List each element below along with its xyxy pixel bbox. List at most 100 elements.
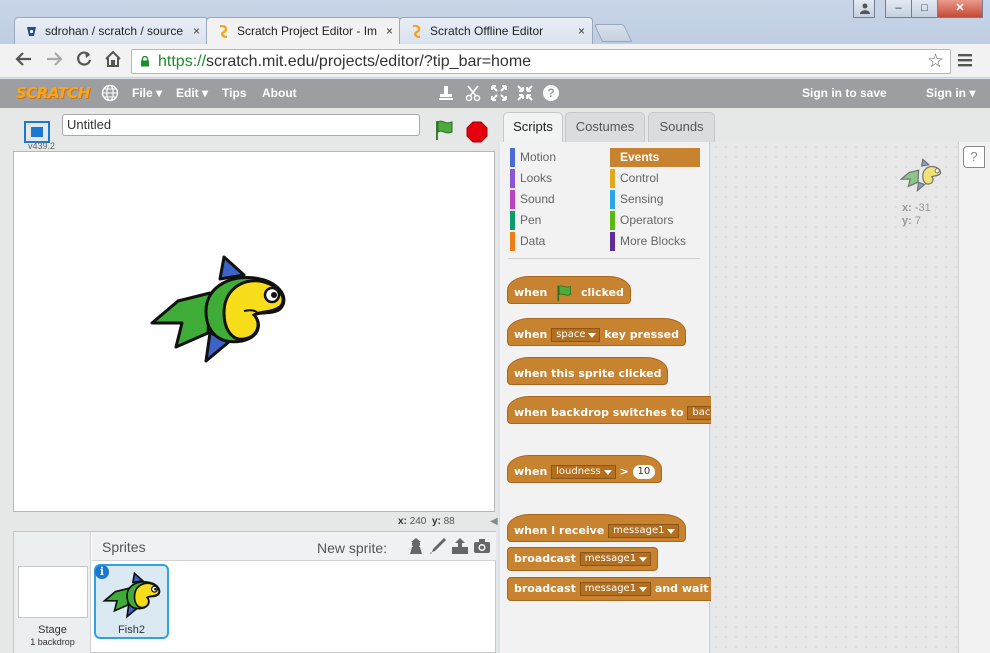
category-sensing[interactable]: Sensing xyxy=(610,190,700,209)
category-pen[interactable]: Pen xyxy=(510,211,600,230)
category-motion[interactable]: Motion xyxy=(510,148,600,167)
menu-edit[interactable]: Edit ▾ xyxy=(176,86,208,100)
stage-thumbnail[interactable] xyxy=(18,566,88,618)
category-label: Motion xyxy=(520,150,557,164)
sprite-y-value: 7 xyxy=(914,215,921,227)
scratch-tab-icon xyxy=(219,25,228,38)
shrink-icon[interactable] xyxy=(516,84,534,102)
scripts-area[interactable]: x: -31 y: 7 xyxy=(711,142,958,653)
category-color-swatch xyxy=(610,190,615,209)
block-when-key-pressed[interactable]: when space key pressed xyxy=(507,318,686,346)
browser-tab-scratch-editor[interactable]: Scratch Project Editor - Im × xyxy=(206,17,401,44)
paint-new-sprite-icon[interactable] xyxy=(429,537,447,555)
sprite-x-value: -31 xyxy=(914,202,931,214)
sprites-header: Sprites New sprite: xyxy=(92,532,496,561)
message-dropdown[interactable]: message1 xyxy=(608,524,680,538)
category-control[interactable]: Control xyxy=(610,169,700,188)
window-minimize-button[interactable]: – xyxy=(885,0,912,18)
category-color-swatch xyxy=(610,148,615,167)
stop-sign-icon[interactable] xyxy=(466,121,488,143)
tab-close-icon[interactable]: × xyxy=(193,18,200,44)
key-dropdown[interactable]: space xyxy=(551,328,601,342)
choose-sprite-from-library-icon[interactable] xyxy=(407,537,425,555)
threshold-input[interactable]: 10 xyxy=(632,465,656,479)
tips-help-icon[interactable]: ? xyxy=(963,146,985,168)
presentation-mode-icon[interactable] xyxy=(24,121,50,143)
browser-tab-bitbucket[interactable]: sdrohan / scratch / source × xyxy=(14,17,208,44)
lock-icon xyxy=(141,56,149,67)
tab-close-icon[interactable]: × xyxy=(578,18,585,44)
sensor-dropdown[interactable]: loudness xyxy=(551,465,616,479)
address-bar[interactable]: https:// scratch.mit.edu/projects/editor… xyxy=(131,49,951,74)
forward-button[interactable] xyxy=(43,50,65,72)
sign-in-to-save-link[interactable]: Sign in to save xyxy=(802,86,887,100)
grow-icon[interactable] xyxy=(490,84,508,102)
message-dropdown[interactable]: message1 xyxy=(579,552,652,566)
home-icon xyxy=(105,50,121,67)
category-data[interactable]: Data xyxy=(510,232,600,251)
sprite-position-readout: x: -31 y: 7 xyxy=(902,202,931,228)
duplicate-stamp-icon[interactable] xyxy=(437,84,455,102)
camera-icon[interactable] xyxy=(473,537,491,555)
category-operators[interactable]: Operators xyxy=(610,211,700,230)
block-palette: Motion Events Looks Control Sound Sensing Pen O… xyxy=(500,142,726,653)
back-button[interactable] xyxy=(13,50,35,72)
category-label: Sensing xyxy=(620,192,664,206)
block-when-sensor-greater[interactable]: when loudness > 10 xyxy=(507,455,663,483)
block-text: and wait xyxy=(654,582,709,595)
category-sound[interactable]: Sound xyxy=(510,190,600,209)
tab-close-icon[interactable]: × xyxy=(386,18,393,44)
block-broadcast[interactable]: broadcast message1 xyxy=(507,547,659,571)
mouse-x-label: x: xyxy=(398,516,407,527)
reload-button[interactable] xyxy=(73,50,95,72)
block-help-icon[interactable]: ? xyxy=(542,84,560,102)
block-when-flag-clicked[interactable]: when clicked xyxy=(507,276,631,304)
category-divider xyxy=(508,258,700,259)
tab-costumes[interactable]: Costumes xyxy=(565,112,645,142)
green-flag-icon[interactable] xyxy=(433,119,455,141)
back-arrow-icon xyxy=(15,52,31,66)
category-color-swatch xyxy=(510,232,515,251)
category-color-swatch xyxy=(610,211,615,230)
tab-scripts[interactable]: Scripts xyxy=(503,112,563,142)
sign-in-menu[interactable]: Sign in ▾ xyxy=(926,86,975,100)
menu-about[interactable]: About xyxy=(262,86,297,100)
language-globe-icon[interactable] xyxy=(101,84,119,102)
menu-tips[interactable]: Tips xyxy=(222,86,246,100)
scratch-logo[interactable]: SCRATCH xyxy=(16,84,90,102)
mouse-x-value: 240 xyxy=(409,516,427,527)
browser-tab-offline-editor[interactable]: Scratch Offline Editor × xyxy=(399,17,593,44)
sprite-name: Fish2 xyxy=(118,624,145,636)
category-more-blocks[interactable]: More Blocks xyxy=(610,232,700,251)
fish-sprite[interactable] xyxy=(148,249,288,369)
block-text: clicked xyxy=(580,286,624,299)
category-looks[interactable]: Looks xyxy=(510,169,600,188)
project-title-input[interactable]: Untitled xyxy=(62,114,420,136)
upload-sprite-icon[interactable] xyxy=(451,537,469,555)
window-maximize-button[interactable]: □ xyxy=(911,0,938,18)
browser-menu-icon[interactable] xyxy=(957,52,973,68)
window-close-button[interactable]: ✕ xyxy=(937,0,983,18)
block-text: when xyxy=(514,286,548,299)
sprite-tile-fish2[interactable]: i Fish2 xyxy=(94,564,169,639)
category-label: Looks xyxy=(520,171,553,185)
menu-file[interactable]: File ▾ xyxy=(132,86,162,100)
category-events[interactable]: Events xyxy=(610,148,700,167)
cut-scissors-icon[interactable] xyxy=(464,84,482,102)
new-tab-button[interactable] xyxy=(593,24,633,42)
block-when-backdrop-switches[interactable]: when backdrop switches to backd xyxy=(507,396,726,424)
tab-sounds[interactable]: Sounds xyxy=(648,112,715,142)
bookmark-star-icon[interactable]: ☆ xyxy=(927,50,944,73)
block-when-sprite-clicked[interactable]: when this sprite clicked xyxy=(507,357,669,385)
message-dropdown[interactable]: message1 xyxy=(579,582,652,596)
collapse-stage-icon[interactable]: ◀ xyxy=(490,516,498,527)
category-label: Sound xyxy=(520,192,555,206)
stage-canvas[interactable] xyxy=(13,151,495,512)
profile-button[interactable] xyxy=(853,0,875,18)
block-broadcast-and-wait[interactable]: broadcast message1 and wait xyxy=(507,577,716,601)
block-when-i-receive[interactable]: when I receive message1 xyxy=(507,514,687,542)
home-button[interactable] xyxy=(102,50,124,72)
stage-selector[interactable]: Stage 1 backdrop xyxy=(14,532,91,653)
block-text: when xyxy=(514,328,548,341)
block-text: when this sprite clicked xyxy=(514,367,662,380)
